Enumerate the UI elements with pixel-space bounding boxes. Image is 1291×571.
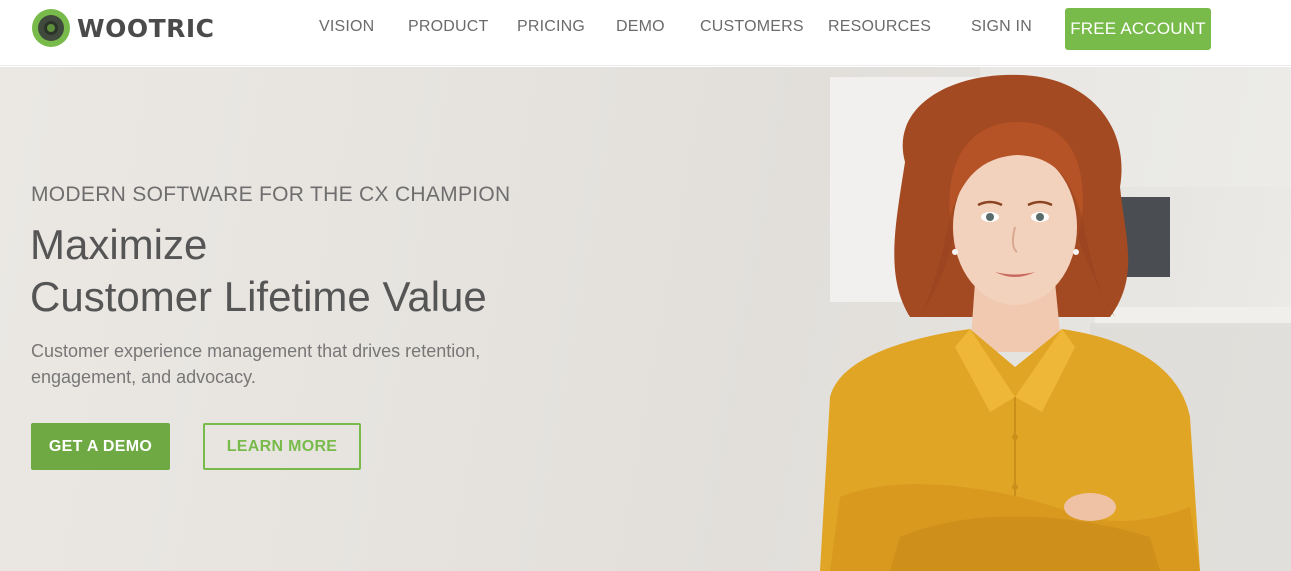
nav-resources[interactable]: RESOURCES: [828, 17, 931, 37]
wootric-logo-icon: [32, 9, 70, 47]
nav-pricing[interactable]: PRICING: [517, 17, 585, 37]
logo-text: WOOTRIC: [77, 13, 215, 43]
learn-more-button[interactable]: LEARN MORE: [203, 423, 361, 470]
nav-demo[interactable]: DEMO: [616, 17, 665, 37]
logo[interactable]: WOOTRIC: [31, 8, 215, 48]
nav-vision[interactable]: VISION: [319, 17, 374, 37]
get-a-demo-button[interactable]: GET A DEMO: [31, 423, 170, 470]
nav-product[interactable]: PRODUCT: [408, 17, 489, 37]
nav-sign-in[interactable]: SIGN IN: [971, 17, 1032, 37]
hero-section: MODERN SOFTWARE FOR THE CX CHAMPION Maxi…: [0, 67, 1291, 571]
headline-line-2: Customer Lifetime Value: [30, 273, 487, 320]
site-header: WOOTRIC VISION PRODUCT PRICING DEMO CUST…: [0, 0, 1291, 66]
nav-customers[interactable]: CUSTOMERS: [700, 17, 804, 37]
hero-eyebrow: MODERN SOFTWARE FOR THE CX CHAMPION: [31, 183, 511, 206]
headline-line-1: Maximize: [30, 221, 208, 268]
free-account-button[interactable]: FREE ACCOUNT: [1065, 8, 1211, 50]
hero-subtext: Customer experience management that driv…: [31, 341, 481, 387]
hero-headline: Maximize Customer Lifetime Value: [30, 219, 650, 323]
hero-person-image: [820, 74, 1200, 571]
